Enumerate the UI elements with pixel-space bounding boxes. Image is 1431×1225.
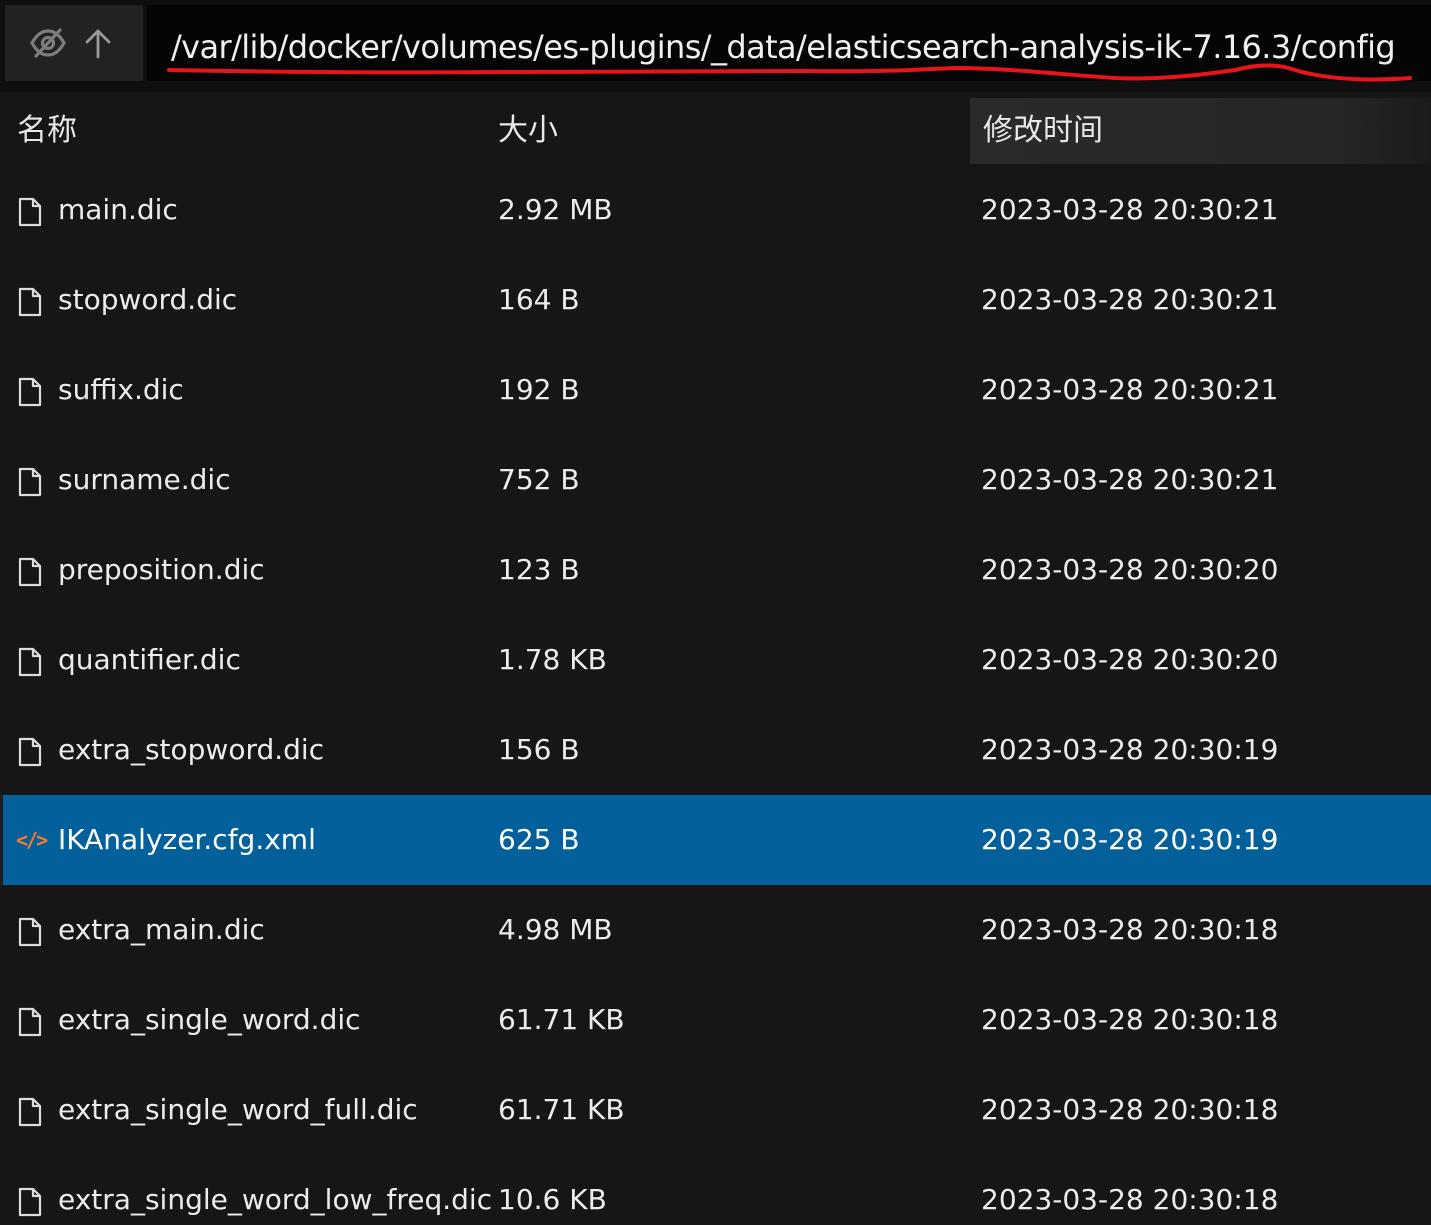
file-icon bbox=[18, 1007, 42, 1037]
file-size: 156 B bbox=[498, 733, 580, 766]
file-modified: 2023-03-28 20:30:18 bbox=[981, 1003, 1279, 1036]
file-modified: 2023-03-28 20:30:18 bbox=[981, 1183, 1279, 1216]
file-modified: 2023-03-28 20:30:21 bbox=[981, 373, 1279, 406]
file-size: 61.71 KB bbox=[498, 1003, 625, 1036]
eye-off-icon bbox=[30, 28, 66, 58]
file-row[interactable]: extra_stopword.dic 156 B 2023-03-28 20:30:… bbox=[0, 705, 1431, 795]
file-name: extra_single_word.dic bbox=[58, 1003, 361, 1036]
file-icon bbox=[18, 1097, 42, 1127]
file-icon bbox=[18, 557, 42, 587]
nav-button-group bbox=[5, 5, 143, 81]
file-modified: 2023-03-28 20:30:21 bbox=[981, 463, 1279, 496]
file-name: main.dic bbox=[58, 193, 178, 226]
file-modified: 2023-03-28 20:30:20 bbox=[981, 643, 1279, 676]
file-size: 123 B bbox=[498, 553, 580, 586]
file-name: quantifier.dic bbox=[58, 643, 241, 676]
file-modified: 2023-03-28 20:30:20 bbox=[981, 553, 1279, 586]
file-size: 4.98 MB bbox=[498, 913, 613, 946]
file-modified: 2023-03-28 20:30:19 bbox=[981, 733, 1279, 766]
file-name: stopword.dic bbox=[58, 283, 238, 316]
file-icon bbox=[18, 1187, 42, 1217]
file-name: extra_stopword.dic bbox=[58, 733, 325, 766]
file-name: surname.dic bbox=[58, 463, 231, 496]
file-row[interactable]: suffix.dic 192 B 2023-03-28 20:30:21 bbox=[0, 345, 1431, 435]
file-icon bbox=[18, 647, 42, 677]
file-row[interactable]: extra_single_word.dic 61.71 KB 2023-03-28 … bbox=[0, 975, 1431, 1065]
file-modified: 2023-03-28 20:30:18 bbox=[981, 913, 1279, 946]
file-row[interactable]: extra_main.dic 4.98 MB 2023-03-28 20:30:18 bbox=[0, 885, 1431, 975]
file-name: IKAnalyzer.cfg.xml bbox=[58, 823, 316, 856]
file-icon bbox=[18, 917, 42, 947]
file-icon bbox=[18, 377, 42, 407]
file-row[interactable]: surname.dic 752 B 2023-03-28 20:30:21 bbox=[0, 435, 1431, 525]
toggle-hidden-button[interactable] bbox=[25, 20, 71, 66]
file-size: 164 B bbox=[498, 283, 580, 316]
file-row[interactable]: extra_single_word_low_freq.dic 10.6 KB 202… bbox=[0, 1155, 1431, 1225]
go-up-button[interactable] bbox=[75, 20, 121, 66]
path-bar[interactable]: /var/lib/docker/volumes/es-plugins/_data… bbox=[147, 5, 1431, 81]
arrow-up-icon bbox=[85, 29, 111, 59]
file-size: 625 B bbox=[498, 823, 580, 856]
file-modified: 2023-03-28 20:30:18 bbox=[981, 1093, 1279, 1126]
file-size: 10.6 KB bbox=[498, 1183, 607, 1216]
file-modified: 2023-03-28 20:30:19 bbox=[981, 823, 1279, 856]
column-header-size[interactable]: 大小 bbox=[498, 98, 558, 164]
file-modified: 2023-03-28 20:30:21 bbox=[981, 193, 1279, 226]
file-size: 1.78 KB bbox=[498, 643, 607, 676]
file-row[interactable]: main.dic 2.92 MB 2023-03-28 20:30:21 bbox=[0, 165, 1431, 255]
current-path[interactable]: /var/lib/docker/volumes/es-plugins/_data… bbox=[171, 27, 1396, 67]
file-name: extra_single_word_full.dic bbox=[58, 1093, 418, 1126]
file-icon bbox=[18, 467, 42, 497]
xml-code-icon: </> bbox=[16, 828, 48, 852]
toolbar: /var/lib/docker/volumes/es-plugins/_data… bbox=[0, 0, 1431, 92]
file-icon bbox=[18, 197, 42, 227]
file-browser-window: /var/lib/docker/volumes/es-plugins/_data… bbox=[0, 0, 1431, 1225]
selection-edge bbox=[0, 795, 3, 885]
file-icon bbox=[18, 287, 42, 317]
file-row[interactable]: extra_single_word_full.dic 61.71 KB 2023-0… bbox=[0, 1065, 1431, 1155]
file-modified: 2023-03-28 20:30:21 bbox=[981, 283, 1279, 316]
file-size: 752 B bbox=[498, 463, 580, 496]
file-row[interactable]: stopword.dic 164 B 2023-03-28 20:30:21 bbox=[0, 255, 1431, 345]
column-header-modified[interactable]: 修改时间 bbox=[970, 98, 1431, 164]
file-size: 61.71 KB bbox=[498, 1093, 625, 1126]
file-row[interactable]: quantifier.dic 1.78 KB 2023-03-28 20:30:20 bbox=[0, 615, 1431, 705]
file-list: main.dic 2.92 MB 2023-03-28 20:30:21 stopwo… bbox=[0, 165, 1431, 1225]
file-name: suffix.dic bbox=[58, 373, 184, 406]
file-size: 2.92 MB bbox=[498, 193, 613, 226]
file-name: extra_single_word_low_freq.dic bbox=[58, 1183, 493, 1216]
file-size: 192 B bbox=[498, 373, 580, 406]
column-header-row: 名称 大小 修改时间 bbox=[0, 98, 1431, 164]
file-name: extra_main.dic bbox=[58, 913, 265, 946]
file-row[interactable]: </> IKAnalyzer.cfg.xml 625 B 2023-03-28 20:… bbox=[0, 795, 1431, 885]
file-name: preposition.dic bbox=[58, 553, 265, 586]
column-header-name[interactable]: 名称 bbox=[17, 98, 77, 164]
file-row[interactable]: preposition.dic 123 B 2023-03-28 20:30:20 bbox=[0, 525, 1431, 615]
file-icon bbox=[18, 737, 42, 767]
